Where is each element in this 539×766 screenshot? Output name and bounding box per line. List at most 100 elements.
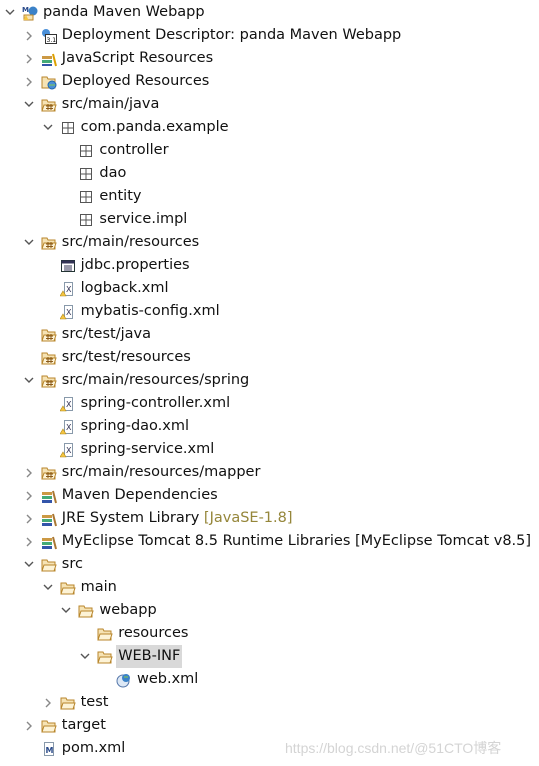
tree-item[interactable]: controller [0, 139, 539, 162]
tree-item[interactable]: resources [0, 622, 539, 645]
tree-item[interactable]: src/main/resources/spring [0, 369, 539, 392]
tree-item[interactable]: Xspring-controller.xml [0, 392, 539, 415]
chevron-right-icon[interactable] [23, 70, 35, 93]
chevron-right-icon[interactable] [23, 24, 35, 47]
tree-item[interactable]: target [0, 714, 539, 737]
chevron-right-icon[interactable] [23, 484, 35, 507]
tree-item-label: src/main/resources/mapper [60, 461, 263, 484]
xml-file-warning-icon: X [59, 396, 76, 412]
tree-item-text: dao [99, 165, 127, 181]
tree-item[interactable]: web.xml [0, 668, 539, 691]
tree-item-text: JRE System Library [61, 510, 200, 526]
chevron-down-icon[interactable] [4, 1, 16, 24]
tree-item[interactable]: com.panda.example [0, 116, 539, 139]
folder-icon [97, 626, 113, 642]
tree-item-text: entity [99, 188, 142, 204]
chevron-right-icon[interactable] [23, 714, 35, 737]
project-explorer-tree: Mpanda Maven Webapp 3.1 Deployment Descrip… [0, 1, 539, 760]
tree-item-text: logback.xml [80, 280, 169, 296]
tree-item-label: dao [97, 162, 128, 185]
tree-item[interactable]: MyEclipse Tomcat 8.5 Runtime Libraries [… [0, 530, 539, 553]
tree-item-label: resources [116, 622, 190, 645]
chevron-down-icon[interactable] [79, 645, 91, 668]
tree-item[interactable]: Xlogback.xml [0, 277, 539, 300]
tree-item-label: Deployment Descriptor: panda Maven Webap… [60, 24, 403, 47]
chevron-down-icon[interactable] [23, 93, 35, 116]
tree-item[interactable]: src/test/resources [0, 346, 539, 369]
folder-icon [59, 580, 76, 596]
tree-item[interactable]: Deployed Resources [0, 70, 539, 93]
tree-item-text: target [61, 717, 106, 733]
tree-item-text: spring-controller.xml [80, 395, 231, 411]
tree-item-label: controller [97, 139, 170, 162]
chevron-down-icon[interactable] [23, 553, 35, 576]
tree-item-text: src/test/resources [61, 349, 191, 365]
xml-file-warning-icon: X [59, 281, 76, 297]
maven-pom-icon: M [41, 741, 57, 757]
tree-item[interactable]: Mpanda Maven Webapp [0, 1, 539, 24]
chevron-down-icon[interactable] [23, 231, 35, 254]
tree-item[interactable]: src [0, 553, 539, 576]
tree-item-label: Maven Dependencies [60, 484, 220, 507]
tree-item[interactable]: src/main/java [0, 93, 539, 116]
chevron-down-icon[interactable] [60, 599, 72, 622]
deployment-descriptor-icon: 3.1 [41, 28, 57, 44]
xml-file-warning-icon: X [59, 419, 76, 435]
tree-item[interactable]: JavaScript Resources [0, 47, 539, 70]
javascript-resources-icon [41, 51, 57, 67]
package-icon [78, 189, 94, 205]
tree-item[interactable]: src/test/java [0, 323, 539, 346]
tree-item-text: MyEclipse Tomcat 8.5 Runtime Libraries [… [61, 533, 532, 549]
tree-item[interactable]: service.impl [0, 208, 539, 231]
svg-text:X: X [66, 285, 72, 294]
tree-item[interactable]: WEB-INF [0, 645, 539, 668]
chevron-right-icon[interactable] [42, 691, 54, 714]
tree-item-label: WEB-INF [116, 645, 183, 668]
tree-item[interactable]: jdbc.properties [0, 254, 539, 277]
tree-item[interactable]: JRE System Library [JavaSE-1.8] [0, 507, 539, 530]
tree-item-text: service.impl [99, 211, 188, 227]
tree-item[interactable]: main [0, 576, 539, 599]
tree-item-text: Deployed Resources [61, 73, 210, 89]
source-folder-icon [41, 350, 57, 366]
tree-item[interactable]: webapp [0, 599, 539, 622]
chevron-right-icon[interactable] [23, 461, 35, 484]
tree-item-label: entity [97, 185, 143, 208]
tree-item[interactable]: Xmybatis-config.xml [0, 300, 539, 323]
tree-item-label: webapp [97, 599, 158, 622]
tree-item[interactable]: Xspring-service.xml [0, 438, 539, 461]
tree-item[interactable]: src/main/resources [0, 231, 539, 254]
tree-item-label: mybatis-config.xml [79, 300, 222, 323]
tree-item[interactable]: Maven Dependencies [0, 484, 539, 507]
maven-web-project-icon: M [22, 5, 38, 21]
chevron-right-icon[interactable] [23, 530, 35, 553]
tree-item-label: spring-controller.xml [79, 392, 233, 415]
tree-item[interactable]: dao [0, 162, 539, 185]
tree-item-label: logback.xml [79, 277, 171, 300]
chevron-down-icon[interactable] [42, 576, 54, 599]
tree-item[interactable]: entity [0, 185, 539, 208]
svg-text:X: X [66, 446, 72, 455]
tree-item-label: Deployed Resources [60, 70, 212, 93]
source-folder-icon [41, 235, 57, 251]
tree-item-label: src/test/java [60, 323, 153, 346]
tree-item-text: spring-service.xml [80, 441, 215, 457]
chevron-right-icon[interactable] [23, 47, 35, 70]
tree-item[interactable]: test [0, 691, 539, 714]
tree-item-text: src/main/resources/mapper [61, 464, 261, 480]
chevron-down-icon[interactable] [42, 116, 54, 139]
tree-item-text: main [80, 579, 117, 595]
chevron-down-icon[interactable] [23, 369, 35, 392]
package-icon [78, 212, 94, 228]
source-folder-icon [41, 465, 57, 481]
tree-item[interactable]: Xspring-dao.xml [0, 415, 539, 438]
tree-item-label: main [79, 576, 119, 599]
tree-item[interactable]: src/main/resources/mapper [0, 461, 539, 484]
svg-text:X: X [66, 400, 72, 409]
tree-item[interactable]: 3.1 Deployment Descriptor: panda Maven We… [0, 24, 539, 47]
folder-icon [41, 557, 57, 573]
source-folder-icon [41, 373, 57, 389]
chevron-right-icon[interactable] [23, 507, 35, 530]
tree-item-label: JRE System Library [JavaSE-1.8] [60, 507, 295, 530]
svg-text:3.1: 3.1 [46, 37, 56, 44]
